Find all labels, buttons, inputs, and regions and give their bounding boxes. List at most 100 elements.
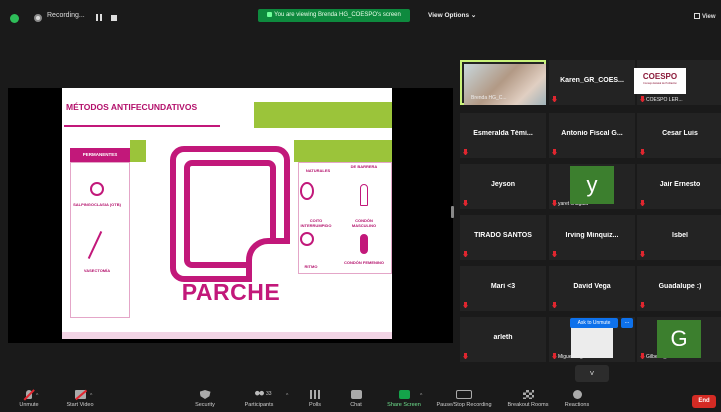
video-options-caret-icon[interactable]: ^ [90, 393, 92, 399]
more-options-button[interactable]: ... [621, 318, 633, 328]
pause-recording-icon[interactable] [96, 14, 102, 21]
share-banner-text: You are viewing Brenda HG_COESPO's scree… [274, 12, 401, 18]
participant-name: Mari <3 [490, 283, 516, 290]
participant-name: Antonio Fiscal G... [561, 130, 623, 137]
share-screen-icon [398, 390, 410, 399]
muted-mic-icon [463, 149, 468, 155]
split-view-handle[interactable] [451, 206, 454, 218]
gallery-page-down-button[interactable]: ˅ [575, 365, 609, 382]
chat-button[interactable]: Chat [344, 388, 368, 412]
breakout-label: Breakout Rooms [507, 402, 549, 408]
ask-to-unmute-button[interactable]: Ask to Unmute [570, 318, 618, 328]
participant-name: Irving Minquiz... [565, 232, 619, 239]
unmute-button[interactable]: Unmute [12, 388, 46, 412]
start-video-button[interactable]: Start Video [60, 388, 100, 412]
participant-name: Karen_GR_COES... [560, 77, 624, 84]
view-options-label: View Options [428, 12, 470, 19]
participant-tile[interactable]: Jeyson [460, 164, 546, 209]
muted-mic-icon [640, 353, 645, 359]
permanent-methods-header: PERMANENTES [70, 148, 130, 162]
audio-options-caret-icon[interactable]: ^ [36, 393, 38, 399]
participant-tile[interactable]: Irving Minquiz... [549, 215, 635, 260]
female-condom-icon [360, 234, 368, 254]
participant-name: arleth [493, 334, 513, 341]
stop-recording-icon[interactable] [111, 15, 117, 21]
muted-mic-icon [640, 149, 645, 155]
breakout-rooms-button[interactable]: Breakout Rooms [503, 388, 553, 412]
zoom-window: Recording... You are viewing Brenda HG_C… [0, 0, 721, 412]
patch-fold-icon [246, 238, 290, 282]
muted-mic-icon [552, 200, 557, 206]
top-bar: Recording... You are viewing Brenda HG_C… [0, 0, 721, 36]
pause-stop-recording-button[interactable]: Pause/Stop Recording [432, 388, 496, 412]
muted-mic-icon [552, 302, 557, 308]
withdrawal-label: COITO INTERRUMPIDO [300, 218, 332, 228]
security-button[interactable]: Security [190, 388, 220, 412]
slide-footer-band [62, 332, 392, 339]
participant-tile[interactable]: Isbel [637, 215, 721, 260]
end-meeting-button[interactable]: End [692, 395, 716, 408]
participant-name: Jair Ernesto [659, 181, 701, 188]
participant-tile[interactable]: Mari <3 [460, 266, 546, 311]
participants-button[interactable]: Participants [240, 388, 278, 412]
natural-methods-label: NATURALES [305, 168, 331, 173]
share-screen-button[interactable]: Share Screen [384, 388, 424, 412]
salpingoclasia-icon [90, 182, 104, 196]
view-options-button[interactable]: View Options ⌄ [428, 11, 476, 19]
shield-icon [199, 390, 211, 399]
security-shield-icon[interactable] [10, 14, 19, 23]
withdrawal-icon [300, 182, 314, 200]
breakout-rooms-icon [522, 390, 534, 399]
slide-title: MÉTODOS ANTIFECUNDATIVOS [66, 102, 198, 112]
participants-count: 33 [266, 391, 272, 397]
participant-tile[interactable]: Antonio Fiscal G... [549, 113, 635, 158]
recording-controls-icon [456, 390, 472, 399]
view-button[interactable]: View [694, 13, 716, 20]
chevron-down-icon: ⌄ [470, 12, 477, 19]
microphone-muted-icon [26, 390, 32, 399]
reaction-emoji-icon [572, 390, 582, 399]
slide-green-band-right [294, 140, 392, 162]
female-condom-label: CONDÓN FEMENINO [344, 260, 384, 265]
slide-title-underline [64, 125, 220, 127]
coespo-logo-subtext: Consejo Estatal de Población [643, 82, 677, 85]
muted-mic-icon [640, 200, 645, 206]
participant-tile[interactable]: Jair Ernesto [637, 164, 721, 209]
share-screen-label: Share Screen [387, 402, 421, 408]
male-condom-label: CONDÓN MASCULINO [351, 218, 377, 228]
participant-tile[interactable]: Karen_GR_COES... [549, 60, 635, 105]
participant-tile[interactable]: TIRADO SANTOS [460, 215, 546, 260]
participants-icon [253, 390, 265, 399]
participant-name: David Vega [573, 283, 611, 290]
salpingoclasia-label: SALPINGOCLASIA (OTB) [73, 202, 121, 207]
participant-photo [571, 326, 613, 358]
method-name: PARCHE [181, 279, 281, 305]
recording-label: Pause/Stop Recording [436, 402, 492, 408]
poll-bars-icon [309, 390, 321, 399]
participant-name: COESPO LER... [646, 97, 683, 103]
participant-name: TIRADO SANTOS [474, 232, 532, 239]
polls-label: Polls [309, 402, 321, 408]
participant-tile[interactable]: Cesar Luis [637, 113, 721, 158]
share-options-caret-icon[interactable]: ^ [420, 393, 422, 399]
muted-mic-icon [463, 251, 468, 257]
muted-mic-icon [552, 353, 557, 359]
participant-tile[interactable]: Esmeralda Témi... [460, 113, 546, 158]
participant-tile[interactable]: Brenda HG_C... [460, 60, 546, 105]
participant-name: Isbel [672, 232, 688, 239]
participant-tile[interactable]: arleth [460, 317, 546, 362]
participant-tile[interactable]: Guadalupe :) [637, 266, 721, 311]
polls-button[interactable]: Polls [304, 388, 326, 412]
coespo-logo-text: COESPO [642, 72, 678, 81]
participants-label: Participants [244, 402, 274, 408]
reactions-button[interactable]: Reactions [561, 388, 593, 412]
view-label: View [702, 14, 716, 20]
participants-options-caret-icon[interactable]: ^ [286, 393, 288, 399]
vasectomy-label: VASECTOMÍA [83, 268, 111, 273]
participant-tile[interactable]: David Vega [549, 266, 635, 311]
chevron-down-icon: ˅ [589, 369, 595, 378]
muted-mic-icon [640, 96, 645, 102]
chat-label: Chat [350, 402, 362, 408]
patch-icon [170, 146, 290, 282]
participant-name: Brenda HG_C... [471, 95, 507, 101]
